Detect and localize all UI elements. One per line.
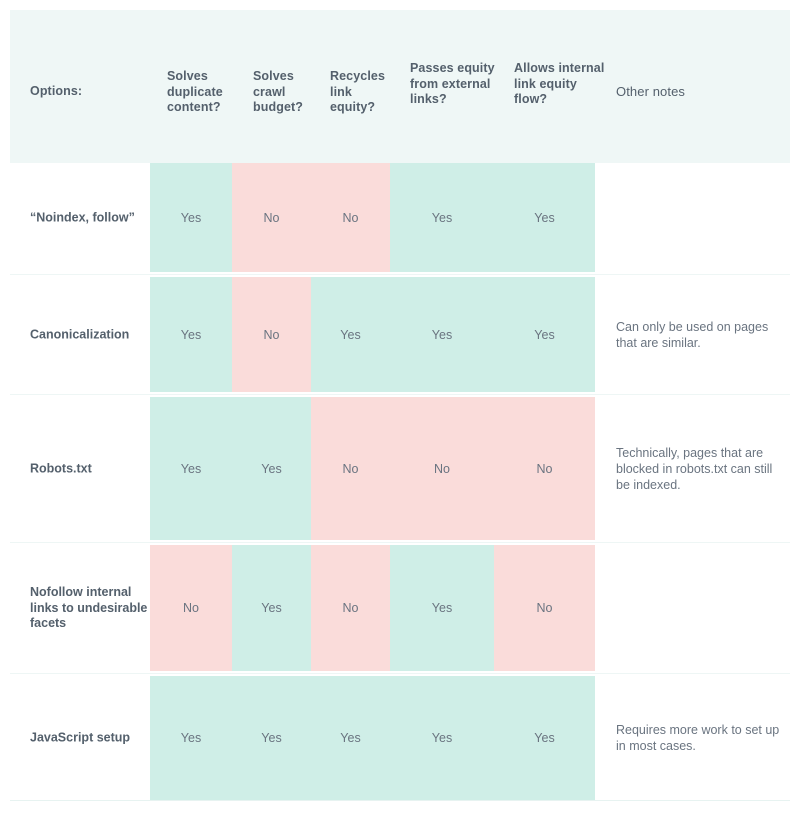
cell-value: Yes: [180, 731, 202, 745]
cell-value: No: [342, 601, 359, 615]
cell-value: Yes: [180, 461, 202, 476]
row-separator: [10, 673, 790, 674]
cell-value: No: [342, 461, 359, 476]
cell-no: No: [390, 397, 494, 540]
table-row: Canonicalization Yes No Yes Yes Yes Can only b…: [10, 277, 790, 392]
cell-yes: Yes: [494, 277, 595, 392]
row-separator: [10, 394, 790, 395]
row-notes: Requires more work to set up in most cas…: [616, 723, 780, 753]
cell-value: Yes: [340, 327, 361, 342]
cell-no: No: [311, 545, 390, 671]
table-row: Robots.txt Yes Yes No No No Technically, pages…: [10, 397, 790, 540]
cell-no: No: [150, 545, 232, 671]
cell-no: No: [494, 545, 595, 671]
column-header-passes-equity-external-links: Passes equity from external links?: [410, 61, 495, 106]
cell-yes: Yes: [232, 397, 311, 540]
cell-no: No: [311, 397, 390, 540]
cell-yes: Yes: [390, 545, 494, 671]
cell-value: Yes: [431, 731, 453, 745]
row-notes: Technically, pages that are blocked in r…: [616, 445, 773, 492]
cell-value: Yes: [431, 601, 453, 615]
cell-value: No: [536, 601, 553, 615]
cell-value: Yes: [534, 210, 555, 225]
cell-yes: Yes: [150, 397, 232, 540]
cell-value: Yes: [180, 210, 202, 225]
cell-yes: Yes: [390, 277, 494, 392]
cell-yes: Yes: [311, 277, 390, 392]
cell-value: Yes: [261, 461, 282, 476]
cell-value: Yes: [534, 731, 555, 745]
table-bottom-rule: [10, 800, 790, 801]
row-option-label: Nofollow internal links to undesirable f…: [30, 584, 148, 630]
cell-no: No: [232, 163, 311, 272]
cell-value: Yes: [431, 327, 453, 342]
cell-value: Yes: [340, 731, 361, 745]
cell-value: No: [434, 461, 450, 476]
cell-yes: Yes: [494, 676, 595, 800]
column-header-solves-crawl-budget: Solves crawl budget?: [253, 69, 303, 114]
cell-value: Yes: [261, 601, 282, 615]
row-option-label: Canonicalization: [30, 326, 130, 341]
table-row: “Noindex, follow” Yes No No Yes Yes: [10, 163, 790, 272]
row-option-label: Robots.txt: [30, 460, 92, 475]
cell-value: No: [263, 210, 280, 225]
cell-value: Yes: [180, 327, 202, 342]
cell-value: Yes: [534, 327, 555, 342]
cell-value: No: [342, 210, 359, 225]
cell-no: No: [311, 163, 390, 272]
cell-value: Yes: [261, 731, 282, 745]
row-separator: [10, 274, 790, 275]
column-header-solves-duplicate-content: Solves duplicate content?: [167, 69, 223, 114]
row-separator: [10, 542, 790, 543]
column-header-options: Options:: [30, 84, 83, 98]
cell-value: No: [263, 327, 280, 342]
cell-value: No: [536, 461, 553, 476]
column-header-allows-internal-link-equity-flow: Allows internal link equity flow?: [514, 61, 605, 106]
cell-yes: Yes: [150, 277, 232, 392]
row-option-label: “Noindex, follow”: [30, 209, 135, 224]
cell-yes: Yes: [150, 163, 232, 272]
row-notes: Can only be used on pages that are simil…: [616, 319, 769, 350]
row-option-label: JavaScript setup: [30, 730, 131, 745]
cell-yes: Yes: [150, 676, 232, 800]
cell-yes: Yes: [311, 676, 390, 800]
table-header-row: Options: Solves duplicate content? Solve…: [10, 10, 790, 163]
table-row: JavaScript setup Yes Yes Yes Yes Yes Requires …: [10, 676, 790, 800]
cell-yes: Yes: [232, 676, 311, 800]
cell-value: No: [183, 601, 199, 615]
cell-no: No: [494, 397, 595, 540]
table-row: Nofollow internal links to undesirable f…: [10, 545, 790, 671]
column-header-other-notes: Other notes: [616, 84, 686, 99]
column-header-recycles-link-equity: Recycles link equity?: [330, 69, 386, 114]
cell-no: No: [232, 277, 311, 392]
cell-yes: Yes: [390, 676, 494, 800]
cell-yes: Yes: [232, 545, 311, 671]
cell-value: Yes: [431, 210, 453, 225]
cell-yes: Yes: [494, 163, 595, 272]
comparison-table: Options: Solves duplicate content? Solve…: [10, 10, 790, 801]
cell-yes: Yes: [390, 163, 494, 272]
